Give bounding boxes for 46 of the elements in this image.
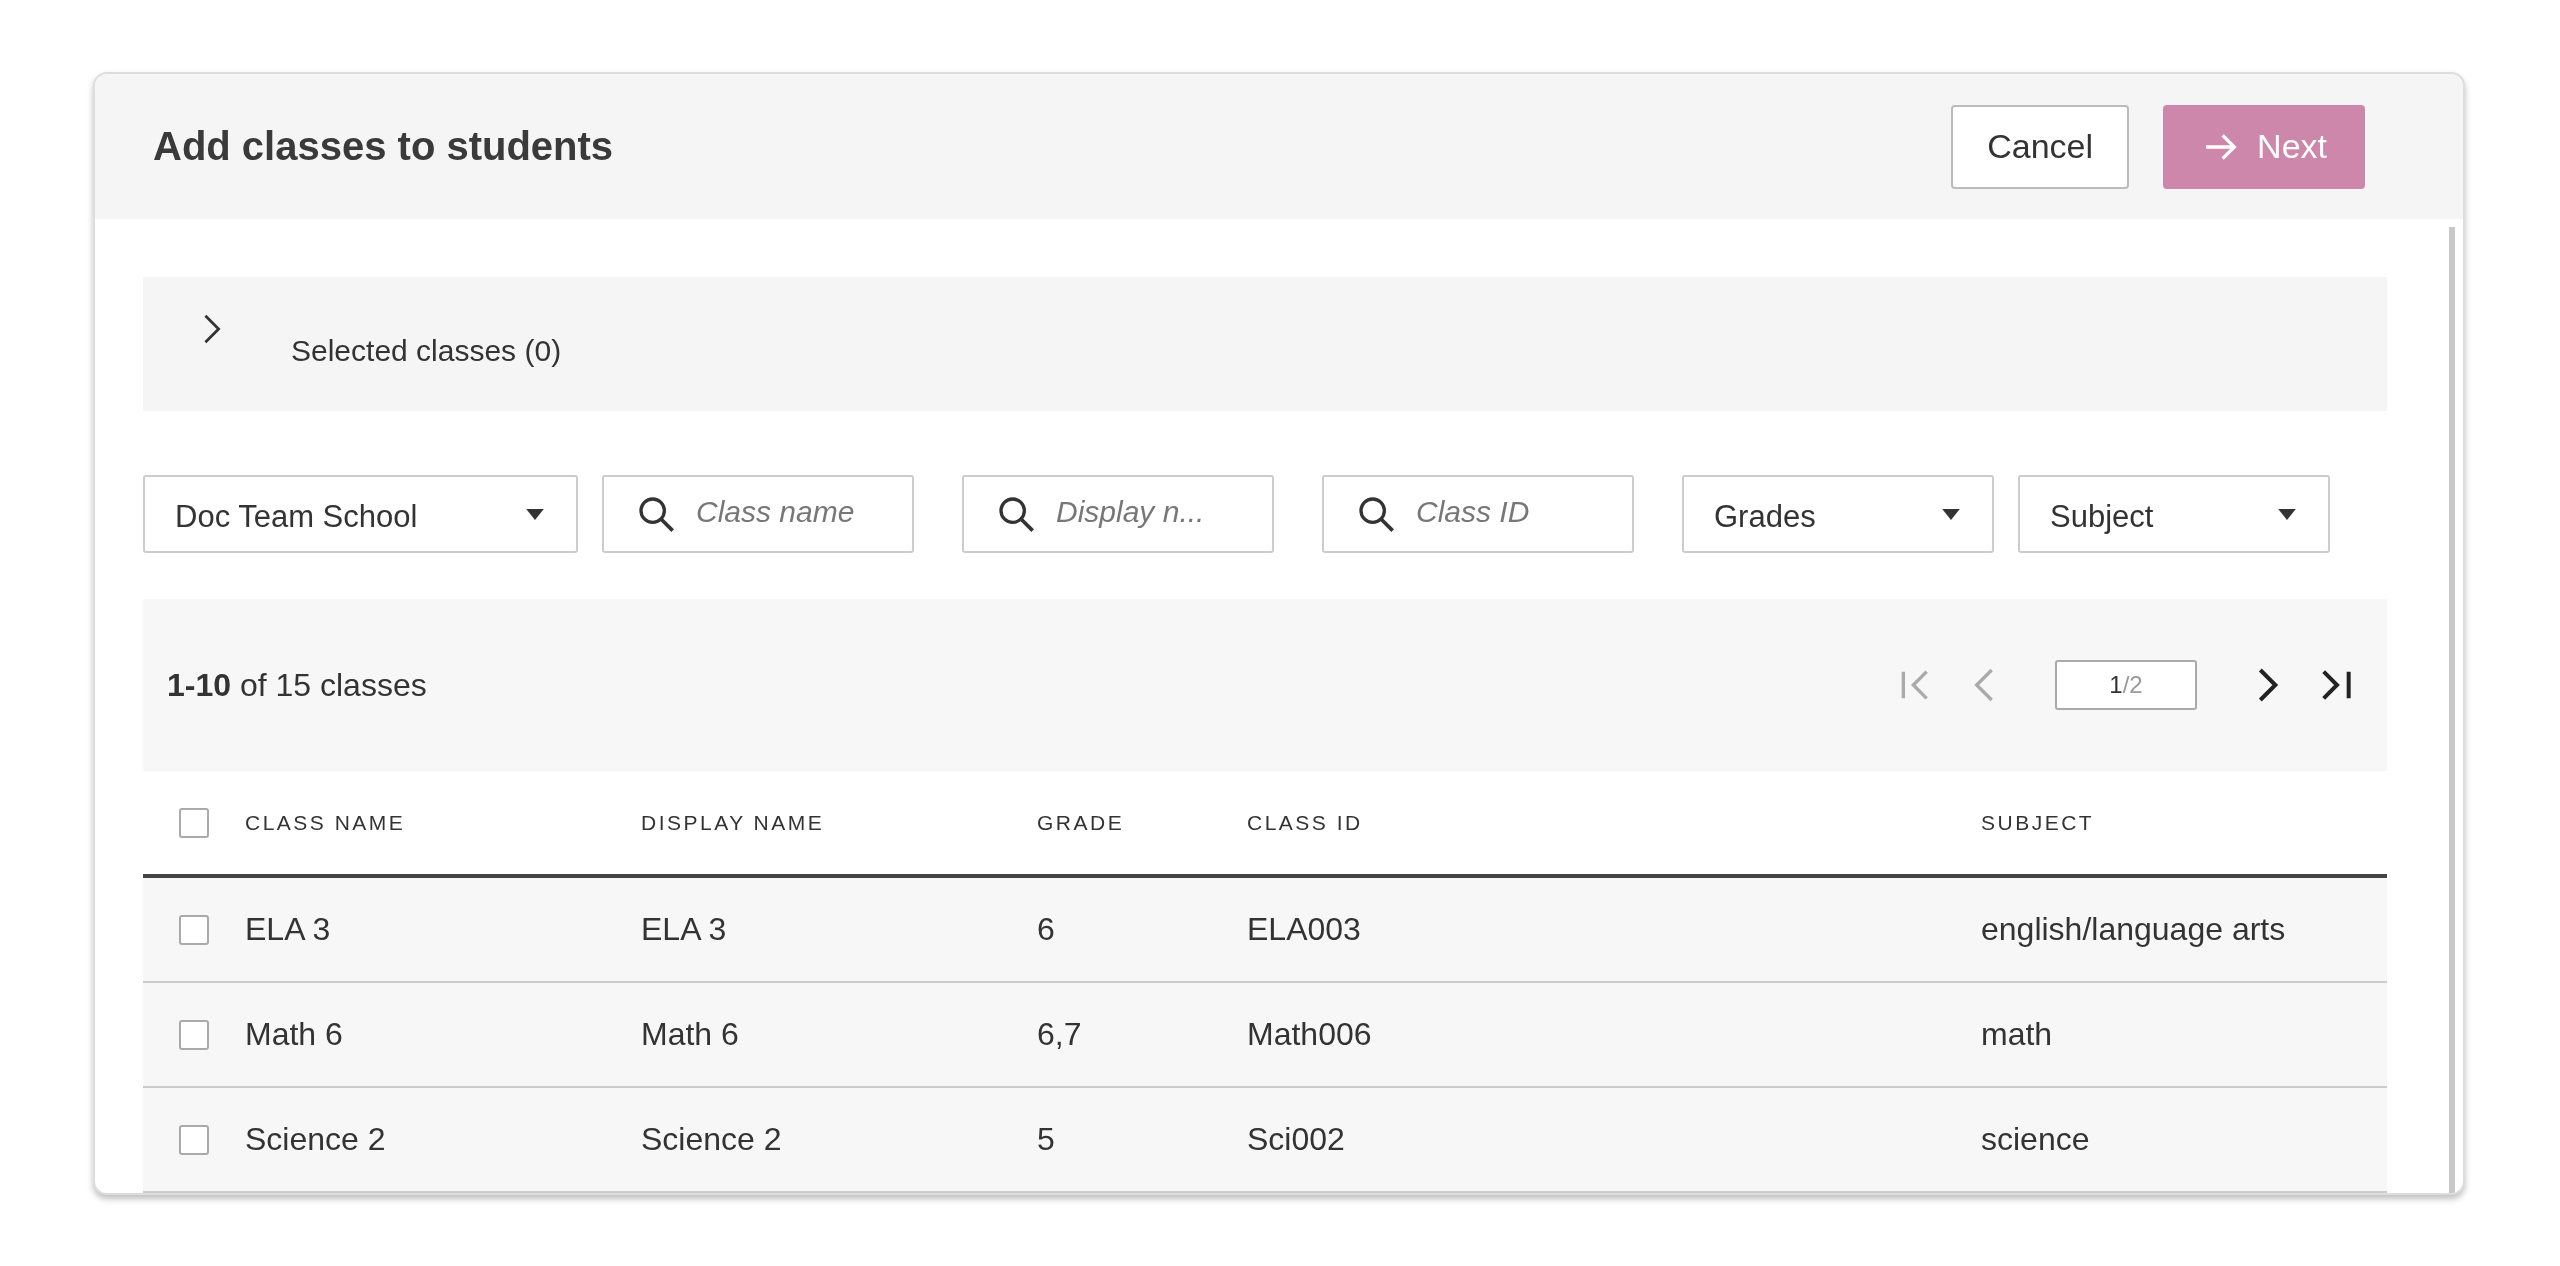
dropdown[interactable]: Doc Team School	[143, 475, 578, 554]
table-cell-text: Math 6	[245, 1016, 344, 1053]
dropdown[interactable]: Subject	[2018, 475, 2330, 554]
results-count: 1-10 of 15 classes	[167, 666, 427, 704]
column-header: CLASS NAME	[245, 810, 407, 835]
cancel-button[interactable]: Cancel	[1951, 104, 2130, 189]
table-cell-text: 5	[1037, 1121, 1056, 1158]
table-cell-text: 6,7	[1037, 1016, 1083, 1053]
table-cell-text: Sci002	[1247, 1121, 1346, 1158]
table-cell-text: ELA 3	[641, 911, 728, 948]
column-header: DISPLAY NAME	[641, 810, 826, 835]
search-icon	[1356, 494, 1396, 535]
row-checkbox[interactable]	[179, 914, 209, 945]
table-row[interactable]: Math 6 Math 6 6,7 Math006 math	[143, 983, 2387, 1088]
table-cell-text: english/language arts	[1981, 911, 2287, 948]
scrollbar[interactable]	[2449, 227, 2455, 1193]
page-field[interactable]: 1/2	[2055, 660, 2197, 711]
selected-classes-panel[interactable]: Selected classes (0)	[143, 277, 2387, 412]
table-cell-text: Math006	[1247, 1016, 1373, 1053]
caret-down-icon	[1942, 508, 1960, 520]
search-icon	[996, 494, 1036, 535]
table-cell-text: ELA003	[1247, 911, 1362, 948]
row-checkbox[interactable]	[179, 1124, 209, 1155]
table-cell-text: science	[1981, 1121, 2091, 1158]
caret-down-icon	[526, 508, 544, 520]
table-cell-text: ELA 3	[245, 911, 332, 948]
search-field[interactable]: Class name	[602, 475, 914, 554]
table-cell-text: Science 2	[641, 1121, 783, 1158]
column-header: SUBJECT	[1981, 810, 2096, 835]
table-cell-text: math	[1981, 1016, 2054, 1053]
select-all-checkbox[interactable]	[179, 807, 209, 838]
table-cell-text: Science 2	[245, 1121, 387, 1158]
dialog-title: Add classes to students	[153, 124, 614, 169]
row-checkbox[interactable]	[179, 1019, 209, 1050]
dropdown[interactable]: Grades	[1682, 475, 1994, 554]
search-icon	[636, 494, 676, 535]
table-cell-text: 6	[1037, 911, 1056, 948]
column-header: CLASS ID	[1247, 810, 1364, 835]
selected-classes-label: Selected classes (0)	[291, 334, 562, 369]
table-row[interactable]: ELA 3 ELA 3 6 ELA003 english/language arts	[143, 878, 2387, 983]
search-field[interactable]: Class ID	[1322, 475, 1634, 554]
table-cell-text: Math 6	[641, 1016, 740, 1053]
search-field[interactable]: Display n...	[962, 475, 1274, 554]
caret-down-icon	[2278, 508, 2296, 520]
column-header: GRADE	[1037, 810, 1126, 835]
table-row[interactable]: Science 2 Science 2 5 Sci002 science	[143, 1088, 2387, 1193]
